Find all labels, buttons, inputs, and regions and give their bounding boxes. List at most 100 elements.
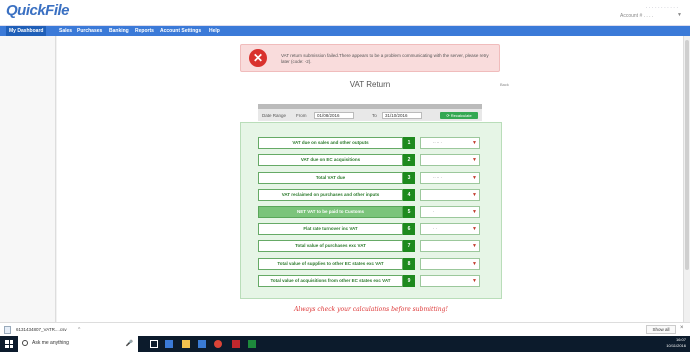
vat-box-value[interactable]: ▼: [420, 154, 480, 166]
vat-box-value[interactable]: ·· ·· · ▼: [420, 137, 480, 149]
edge-icon[interactable]: [165, 340, 173, 348]
file-icon: [4, 326, 11, 334]
nav-account-settings[interactable]: Account Settings: [157, 26, 204, 36]
vat-box-row-4: VAT reclaimed on purchases and other inp…: [258, 189, 480, 201]
error-message: VAT return submission failed.There appea…: [281, 53, 489, 64]
vat-box-label: VAT due on EC acquisitions: [258, 154, 403, 166]
cortana-icon: [22, 340, 28, 346]
start-button[interactable]: [0, 336, 18, 352]
acrobat-icon[interactable]: [232, 340, 240, 348]
microphone-icon[interactable]: 🎤: [126, 340, 133, 347]
top-header: QuickFile · · · · · · · · · · · Account …: [0, 0, 690, 26]
vat-box-number: 8: [403, 258, 415, 270]
vat-box-number: 2: [403, 154, 415, 166]
windows-taskbar: Ask me anything 🎤 16:07 10/11/2016: [0, 336, 690, 352]
caret-down-icon[interactable]: ▼: [472, 259, 477, 269]
left-sidebar: [0, 36, 56, 322]
vat-box-number: 9: [403, 275, 415, 287]
to-label: To: [372, 113, 377, 118]
taskbar-search[interactable]: Ask me anything 🎤: [18, 336, 138, 352]
vat-box-number: 1: [403, 137, 415, 149]
file-explorer-icon[interactable]: [182, 340, 190, 348]
nav-purchases[interactable]: Purchases: [74, 26, 105, 36]
vat-box-row-5: NET VAT to be paid to Customs 5 · ▼: [258, 206, 480, 218]
show-all-button[interactable]: Show all: [646, 325, 676, 334]
caret-down-icon[interactable]: ▼: [472, 276, 477, 286]
recalculate-button[interactable]: ⟳ Recalculate: [440, 112, 478, 119]
submission-warning: Always check your calculations before su…: [294, 306, 448, 313]
back-link[interactable]: Back: [500, 82, 509, 87]
store-icon[interactable]: [198, 340, 206, 348]
page-title: VAT Return: [349, 80, 391, 89]
caret-down-icon[interactable]: ▼: [472, 173, 477, 183]
vat-box-value-text: ·· ·· ·: [433, 140, 442, 145]
nav-my-dashboard[interactable]: My Dashboard: [6, 26, 47, 36]
caret-down-icon[interactable]: ▼: [472, 155, 477, 165]
nav-banking[interactable]: Banking: [106, 26, 132, 36]
vat-box-row-6: Flat rate turnover inc VAT 6 · · ▼: [258, 223, 480, 235]
task-view-icon[interactable]: [150, 340, 158, 348]
vat-box-value[interactable]: · ▼: [420, 206, 480, 218]
vat-box-number: 7: [403, 240, 415, 252]
date-range-bar: Date Range From 01/08/2016 To 31/10/2016…: [258, 104, 482, 121]
vat-box-label: VAT reclaimed on purchases and other inp…: [258, 189, 403, 201]
excel-icon[interactable]: [248, 340, 256, 348]
vat-box-value-text: · ·: [433, 226, 437, 231]
download-bar: 6131434807_VATR....csv ^ Show all ×: [0, 322, 690, 336]
account-label: Account # . . . .: [620, 13, 654, 19]
account-top-text: · · · · · · · · · · ·: [645, 5, 678, 11]
vat-box-value-text: ·· ·· ·: [433, 175, 442, 180]
vat-box-value-text: ·: [433, 209, 435, 214]
caret-down-icon[interactable]: ▼: [472, 224, 477, 234]
scrollbar-thumb[interactable]: [685, 40, 689, 270]
vat-box-value[interactable]: · · ▼: [420, 223, 480, 235]
close-icon[interactable]: ×: [680, 325, 684, 331]
vat-box-row-9: Total value of acquisitions from other E…: [258, 275, 480, 287]
error-icon: ✕: [249, 49, 267, 67]
windows-logo-icon: [5, 340, 13, 348]
nav-sales[interactable]: Sales: [56, 26, 75, 36]
vat-box-label: Flat rate turnover inc VAT: [258, 223, 403, 235]
download-item[interactable]: 6131434807_VATR....csv ^: [4, 325, 88, 335]
chevron-up-icon[interactable]: ^: [78, 326, 80, 334]
system-tray-clock[interactable]: 16:07 10/11/2016: [666, 337, 686, 349]
date-range-label: Date Range: [262, 113, 287, 118]
vat-box-label: Total value of purchases exc VAT: [258, 240, 403, 252]
download-filename: 6131434807_VATR....csv: [16, 327, 67, 332]
nav-reports[interactable]: Reports: [132, 26, 157, 36]
error-alert: ✕ VAT return submission failed.There app…: [240, 44, 500, 72]
vat-box-row-8: Total value of supplies to other EC stat…: [258, 258, 480, 270]
vat-box-value[interactable]: ▼: [420, 240, 480, 252]
vat-box-number: 3: [403, 172, 415, 184]
from-date-input[interactable]: 01/08/2016: [314, 112, 354, 119]
caret-down-icon[interactable]: ▼: [472, 190, 477, 200]
page-scrollbar[interactable]: [683, 36, 690, 322]
from-label: From: [296, 113, 307, 118]
vat-box-row-1: VAT due on sales and other outputs 1 ·· …: [258, 137, 480, 149]
vat-box-label: Total value of supplies to other EC stat…: [258, 258, 403, 270]
main-nav: My Dashboard Sales Purchases Banking Rep…: [0, 26, 690, 36]
nav-help[interactable]: Help: [206, 26, 223, 36]
chrome-icon[interactable]: [214, 340, 222, 348]
vat-box-row-3: Total VAT due 3 ·· ·· · ▼: [258, 172, 480, 184]
account-menu[interactable]: · · · · · · · · · · · Account # . . . . …: [604, 5, 684, 21]
quickfile-logo[interactable]: QuickFile: [6, 2, 70, 19]
caret-down-icon[interactable]: ▼: [472, 241, 477, 251]
chevron-down-icon: ▼: [677, 12, 682, 18]
to-date-input[interactable]: 31/10/2016: [382, 112, 422, 119]
vat-box-row-7: Total value of purchases exc VAT 7 ▼: [258, 240, 480, 252]
vat-box-value[interactable]: ▼: [420, 189, 480, 201]
vat-box-value[interactable]: ▼: [420, 275, 480, 287]
caret-down-icon[interactable]: ▼: [472, 138, 477, 148]
vat-box-label: Total VAT due: [258, 172, 403, 184]
vat-box-number: 6: [403, 223, 415, 235]
vat-box-number: 5: [403, 206, 415, 218]
vat-box-row-2: VAT due on EC acquisitions 2 ▼: [258, 154, 480, 166]
vat-box-value[interactable]: ·· ·· · ▼: [420, 172, 480, 184]
search-placeholder: Ask me anything: [32, 340, 69, 346]
vat-box-value[interactable]: ▼: [420, 258, 480, 270]
vat-box-label: NET VAT to be paid to Customs: [258, 206, 403, 218]
vat-box-label: VAT due on sales and other outputs: [258, 137, 403, 149]
caret-down-icon[interactable]: ▼: [472, 207, 477, 217]
clock-date: 10/11/2016: [666, 343, 686, 348]
